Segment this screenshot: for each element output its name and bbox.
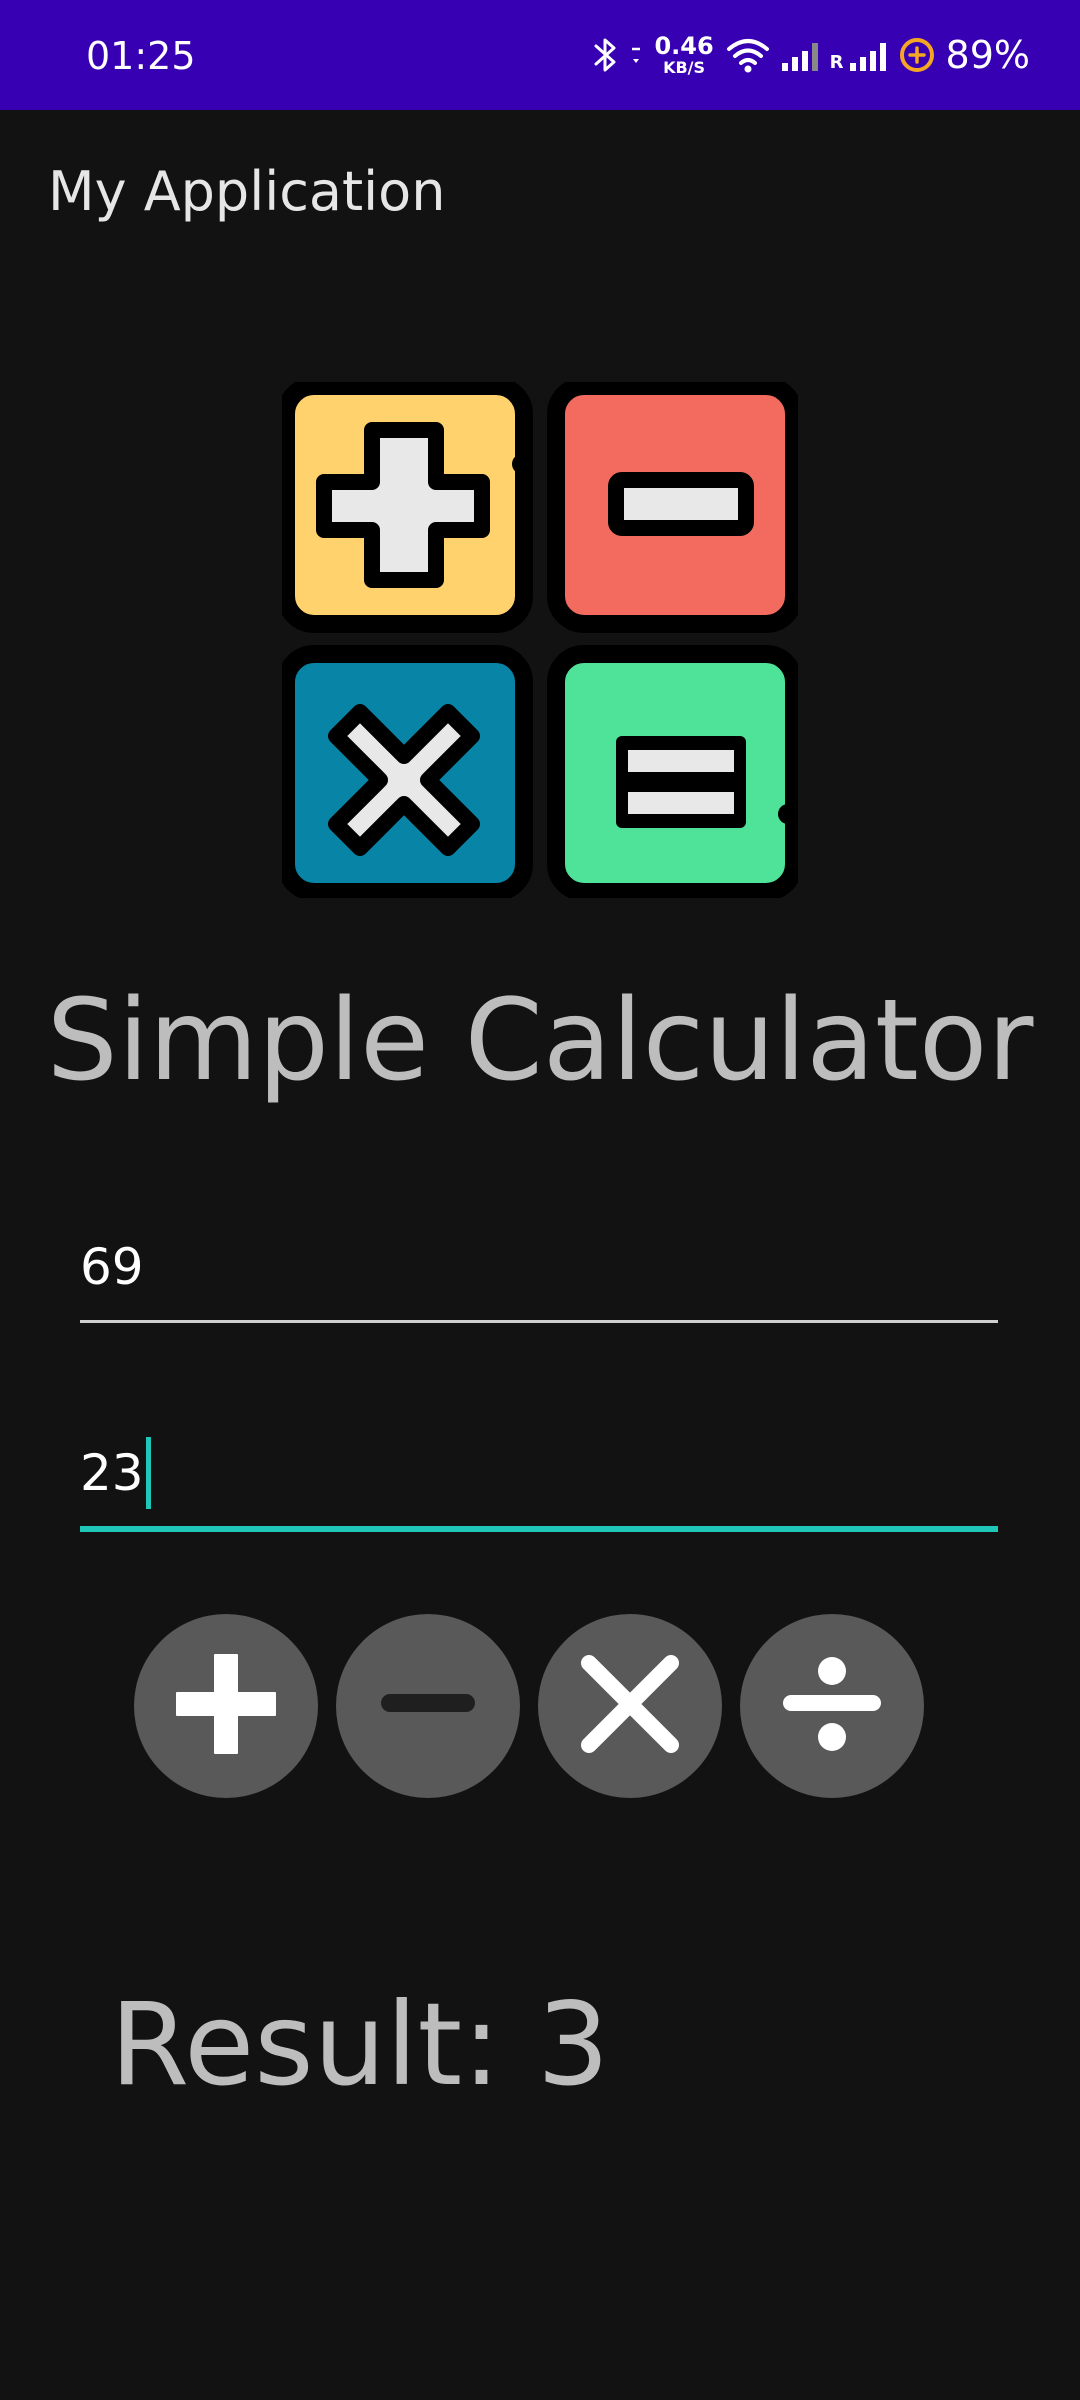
plus-icon xyxy=(171,1649,281,1763)
text-cursor xyxy=(145,1437,151,1509)
operation-buttons xyxy=(134,1614,924,1798)
subtract-button[interactable] xyxy=(336,1614,520,1798)
multiply-icon xyxy=(575,1649,685,1763)
add-button[interactable] xyxy=(134,1614,318,1798)
data-arrows-icon xyxy=(630,35,642,75)
calculator-logo-icon xyxy=(277,377,803,901)
divide-button[interactable] xyxy=(740,1614,924,1798)
app-title: My Application xyxy=(48,160,446,223)
second-number-field[interactable]: 23 xyxy=(80,1428,998,1532)
minus-icon xyxy=(373,1649,483,1763)
battery-percent: 89% xyxy=(945,33,1030,77)
wifi-icon xyxy=(726,35,770,75)
network-speed: 0.46 KB/S xyxy=(654,34,713,76)
status-time: 01:25 xyxy=(86,34,196,78)
network-speed-value: 0.46 xyxy=(654,32,714,60)
page-title: Simple Calculator xyxy=(46,976,1034,1106)
status-icons: 0.46 KB/S R 89% xyxy=(590,26,1030,84)
first-number-underline xyxy=(80,1320,998,1323)
second-number-underline xyxy=(80,1526,998,1532)
second-number-input[interactable]: 23 xyxy=(80,1428,998,1518)
bluetooth-icon xyxy=(590,35,620,75)
result-text: Result: 3 xyxy=(110,1978,610,2111)
calculator-screen: 01:25 0.46 KB/S R 89% My Application Sim… xyxy=(0,0,1080,2400)
network-speed-unit: KB/S xyxy=(663,58,706,77)
first-number-field[interactable]: 69 xyxy=(80,1222,998,1323)
divide-icon xyxy=(777,1649,887,1763)
multiply-button[interactable] xyxy=(538,1614,722,1798)
status-bar: 01:25 0.46 KB/S R 89% xyxy=(0,0,1080,110)
battery-saver-icon xyxy=(898,36,936,74)
second-number-value: 23 xyxy=(80,1444,144,1502)
signal-roaming-icon: R xyxy=(830,35,888,75)
roaming-label: R xyxy=(829,52,844,73)
signal-icon xyxy=(780,35,820,75)
first-number-value[interactable]: 69 xyxy=(80,1222,998,1312)
